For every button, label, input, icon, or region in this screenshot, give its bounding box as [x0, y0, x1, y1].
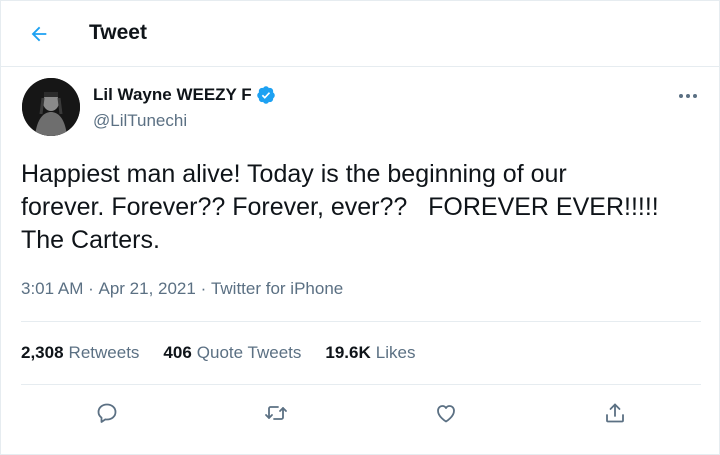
divider: [21, 321, 701, 322]
likes-count: 19.6K: [325, 343, 371, 362]
page-title: Tweet: [89, 21, 147, 44]
tweet-actions: [1, 392, 720, 432]
quote-tweets-count: 406: [163, 343, 192, 362]
retweets-label: Retweets: [68, 343, 140, 362]
verified-badge-icon: [256, 85, 276, 105]
reply-icon: [97, 403, 117, 423]
author-name-row: Lil Wayne WEEZY F: [93, 85, 276, 105]
tweet-stats: 2,308 Retweets 406 Quote Tweets 19.6K Li…: [21, 343, 439, 363]
like-button[interactable]: [429, 396, 463, 430]
divider: [21, 384, 701, 385]
tweet-text: Happiest man alive! Today is the beginni…: [21, 160, 659, 254]
tweet-page: Tweet Lil Wayne WEEZY F @LilTunechi Happ…: [0, 0, 720, 455]
author-name[interactable]: Lil Wayne WEEZY F: [93, 85, 252, 105]
page-header: Tweet: [1, 1, 720, 67]
retweet-icon: [265, 406, 287, 420]
likes-stat[interactable]: 19.6K Likes: [325, 343, 415, 363]
tweet-time[interactable]: 3:01 AM: [21, 279, 83, 299]
tweet-source[interactable]: Twitter for iPhone: [211, 279, 343, 299]
meta-separator: ·: [195, 279, 211, 298]
avatar[interactable]: [22, 78, 80, 136]
reply-button[interactable]: [90, 396, 124, 430]
retweet-button[interactable]: [259, 396, 293, 430]
share-icon: [606, 403, 624, 423]
avatar-image: [22, 78, 80, 136]
tweet-date[interactable]: Apr 21, 2021: [98, 279, 195, 299]
like-icon: [437, 405, 455, 423]
author-handle[interactable]: @LilTunechi: [93, 111, 187, 131]
arrow-left-icon: [31, 26, 47, 42]
likes-label: Likes: [375, 343, 416, 362]
back-button[interactable]: [23, 18, 55, 50]
retweets-stat[interactable]: 2,308 Retweets: [21, 343, 139, 363]
tweet-meta: 3:01 AM · Apr 21, 2021 · Twitter for iPh…: [21, 279, 343, 299]
retweets-count: 2,308: [21, 343, 64, 362]
quote-tweets-label: Quote Tweets: [196, 343, 302, 362]
share-button[interactable]: [598, 396, 632, 430]
more-options-button[interactable]: [673, 85, 703, 107]
more-dots-icon: [679, 94, 697, 98]
quote-tweets-stat[interactable]: 406 Quote Tweets: [163, 343, 301, 363]
meta-separator: ·: [83, 279, 99, 298]
